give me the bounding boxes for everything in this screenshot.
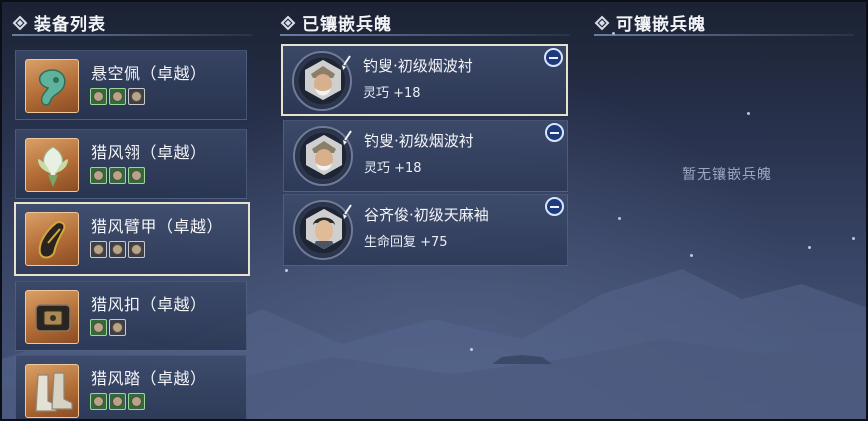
equipment-item[interactable]: 悬空佩（卓越） [15, 50, 247, 120]
soul-slots [90, 88, 145, 105]
equipment-item[interactable]: 猎风扣（卓越） [15, 281, 247, 351]
inlaid-soul-card[interactable]: 谷齐俊·初级天麻袖 生命回复 +75 [283, 194, 568, 266]
soul-slot [128, 167, 145, 184]
soul-slot [109, 88, 126, 105]
old-fisherman-portrait [292, 51, 352, 111]
equipment-list[interactable]: 悬空佩（卓越） 猎风翎（卓越） 猎风臂甲（卓越） 猎风扣（卓越） 猎风踏（卓越） [12, 44, 252, 419]
soul-slots [90, 167, 145, 184]
soul-slots [90, 393, 145, 410]
soul-slots [90, 319, 126, 336]
star [285, 269, 288, 272]
diamond-bullet-icon [12, 15, 28, 30]
star [690, 254, 693, 257]
game-screen: { "sections": { "equipment_list": "装备列表"… [0, 0, 868, 421]
soul-slot [109, 167, 126, 184]
star [747, 112, 750, 115]
inlaid-soul-card[interactable]: 钓叟·初级烟波衬 灵巧 +18 [283, 120, 568, 192]
equipment-item[interactable]: 猎风踏（卓越） [15, 355, 247, 419]
soul-slot [90, 319, 107, 336]
section-label: 装备列表 [34, 15, 106, 35]
remove-soul-button[interactable] [544, 48, 563, 67]
section-label: 已镶嵌兵魄 [302, 15, 392, 35]
soul-slot [90, 167, 107, 184]
belt-buckle-icon [25, 290, 79, 344]
remove-soul-button[interactable] [545, 123, 564, 142]
brush-icon [343, 204, 352, 219]
soul-slot [128, 241, 145, 258]
soul-name: 谷齐俊·初级天麻袖 [364, 206, 489, 224]
diamond-bullet-icon [594, 15, 610, 30]
divider [12, 34, 252, 36]
equipment-name: 猎风踏（卓越） [91, 369, 207, 388]
soul-stat: 生命回复 +75 [364, 235, 448, 250]
soul-slot [90, 88, 107, 105]
equipment-name: 猎风翎（卓越） [91, 143, 207, 162]
inlaid-title: 已镶嵌兵魄 [280, 10, 392, 35]
section-label: 可镶嵌兵魄 [616, 15, 706, 35]
jade-pendant-icon [25, 59, 79, 113]
star [852, 237, 855, 240]
young-man-portrait [293, 200, 353, 260]
soul-stat: 灵巧 +18 [363, 86, 421, 101]
soul-slot [90, 241, 107, 258]
soul-slot [90, 393, 107, 410]
equipment-item[interactable]: 猎风翎（卓越） [15, 129, 247, 199]
brush-icon [342, 55, 351, 70]
diamond-bullet-icon [280, 15, 296, 30]
remove-soul-button[interactable] [545, 197, 564, 216]
brush-icon [343, 130, 352, 145]
feather-plume-icon [25, 138, 79, 192]
soul-slot [109, 241, 126, 258]
star [618, 217, 621, 220]
soul-slot [128, 88, 145, 105]
empty-state-text: 暂无镶嵌兵魄 [682, 167, 772, 183]
soul-stat: 灵巧 +18 [364, 161, 422, 176]
available-title: 可镶嵌兵魄 [594, 10, 706, 35]
old-fisherman-portrait [293, 126, 353, 186]
soul-slot [109, 319, 126, 336]
equipment-name: 悬空佩（卓越） [91, 64, 207, 83]
equipment-name: 猎风扣（卓越） [91, 295, 207, 314]
divider [594, 34, 854, 36]
equipment-list-title: 装备列表 [12, 10, 106, 35]
soul-slot [128, 393, 145, 410]
divider [280, 34, 570, 36]
inlaid-soul-card[interactable]: 钓叟·初级烟波衬 灵巧 +18 [281, 44, 568, 116]
soul-name: 钓叟·初级烟波衬 [364, 132, 474, 150]
boots-icon [25, 364, 79, 418]
star [470, 348, 473, 351]
soul-slot [109, 393, 126, 410]
soul-name: 钓叟·初级烟波衬 [363, 57, 473, 75]
equipment-name: 猎风臂甲（卓越） [91, 217, 224, 236]
soul-slots [90, 241, 145, 258]
star [808, 246, 811, 249]
gauntlet-icon [25, 212, 79, 266]
equipment-item[interactable]: 猎风臂甲（卓越） [14, 202, 250, 276]
